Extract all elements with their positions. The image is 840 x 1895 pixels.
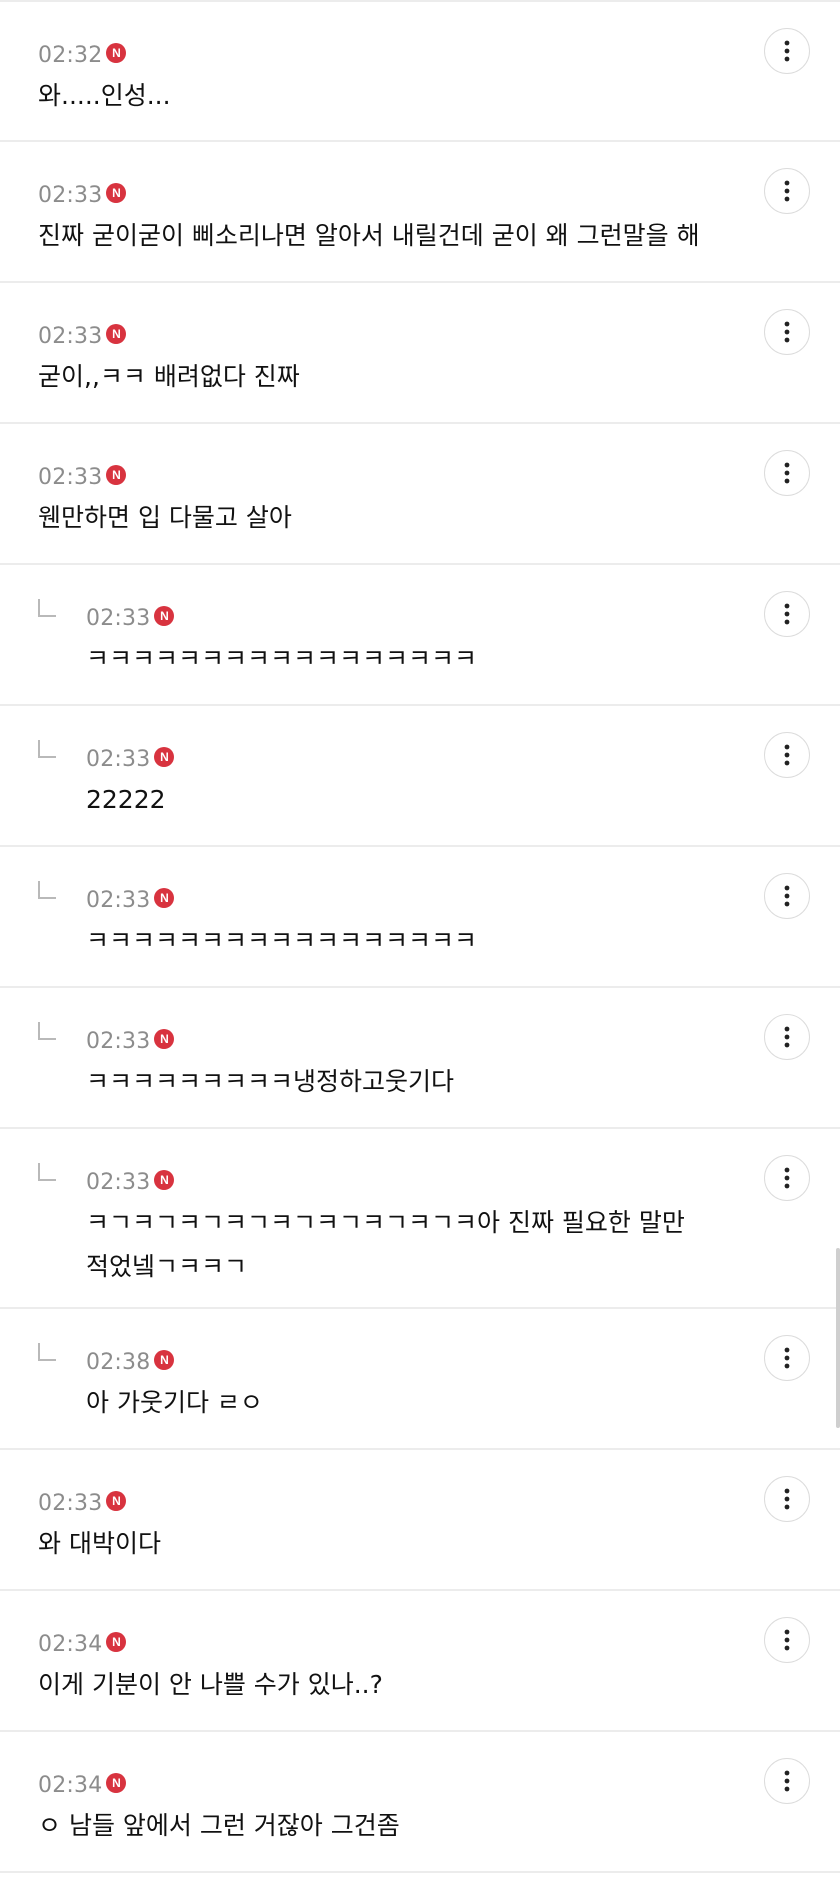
comment-meta: 02:33 N [38,180,840,210]
comment-meta: 02:38 N [86,1347,840,1377]
comment-time: 02:33 [86,1028,151,1054]
comment-text: 진짜 굳이굳이 삐소리나면 알아서 내릴건데 굳이 왜 그런말을 해 [38,221,700,250]
new-badge-icon: N [106,1773,127,1793]
more-options-button[interactable] [764,450,810,496]
more-vertical-icon [784,1347,790,1369]
new-badge-icon: N [106,183,127,203]
more-options-button[interactable] [764,1014,810,1060]
comment-text: 와 대박이다 [38,1529,161,1558]
reply-comment: 02:33 N ㅋㅋㅋㅋㅋㅋㅋㅋㅋㅋㅋㅋㅋㅋㅋㅋㅋ [0,565,840,706]
comment: 02:33 N 와 대박이다 [0,1450,840,1591]
comment-text: 웬만하면 입 다물고 살아 [38,503,292,532]
comment-meta: 02:33 N [86,885,840,915]
more-vertical-icon [784,1488,790,1510]
more-vertical-icon [784,462,790,484]
reply-comment: 02:33 N ㅋㅋㅋㅋㅋㅋㅋㅋㅋㅋㅋㅋㅋㅋㅋㅋㅋ [0,847,840,988]
more-vertical-icon [784,321,790,343]
reply-comment: 02:38 N 아 가웃기다 ㄹㅇ [0,1309,840,1450]
comment-list: 02:32 N 와.....인성... 02:33 N 진짜 굳이굳이 삐소리나면 알아서… [0,2,840,1873]
more-options-button[interactable] [764,873,810,919]
comment-text: ㅋㅋㅋㅋㅋㅋㅋㅋㅋㅋㅋㅋㅋㅋㅋㅋㅋ [86,926,478,955]
comment-text: ㅋㄱㅋㄱㅋㄱㅋㄱㅋㄱㅋㄱㅋㄱㅋㄱㅋ아 진짜 필요한 말만 적었넼ㄱㅋㅋㄱ [86,1208,685,1281]
comment-time: 02:33 [86,605,151,631]
more-options-button[interactable] [764,1617,810,1663]
comment-time: 02:32 [38,42,103,68]
more-options-button[interactable] [764,1476,810,1522]
more-options-button[interactable] [764,732,810,778]
reply-arrow-icon [38,1022,56,1040]
comment-text: 와.....인성... [38,81,171,110]
comment-text: 굳이,,ㅋㅋ 배려없다 진짜 [38,362,300,391]
comment-time: 02:33 [86,746,151,772]
new-badge-icon: N [106,1632,127,1652]
more-vertical-icon [784,1770,790,1792]
comment-time: 02:33 [38,323,103,349]
more-vertical-icon [784,180,790,202]
comment-text: ㅇ 남들 앞에서 그런 거잖아 그건좀 [38,1811,400,1840]
comment-meta: 02:33 N [86,1026,840,1056]
new-badge-icon: N [154,747,175,767]
comment-time: 02:34 [38,1631,103,1657]
more-vertical-icon [784,40,790,62]
comment: 02:33 N 굳이,,ㅋㅋ 배려없다 진짜 [0,283,840,424]
comment-text: 이게 기분이 안 나쁠 수가 있나..? [38,1670,383,1699]
comment-meta: 02:34 N [38,1629,840,1659]
new-badge-icon: N [106,324,127,344]
comment-meta: 02:33 N [86,603,840,633]
new-badge-icon: N [106,43,127,63]
comment-text: 22222 [86,785,166,814]
reply-comment: 02:33 N ㅋㄱㅋㄱㅋㄱㅋㄱㅋㄱㅋㄱㅋㄱㅋㄱㅋ아 진짜 필요한 말만 적었넼ㄱㅋ… [0,1129,840,1309]
reply-comment: 02:33 N 22222 [0,706,840,847]
reply-arrow-icon [38,599,56,617]
comment: 02:32 N 와.....인성... [0,2,840,142]
more-options-button[interactable] [764,168,810,214]
comment: 02:34 N ㅇ 남들 앞에서 그런 거잖아 그건좀 [0,1732,840,1873]
comment-time: 02:33 [38,182,103,208]
more-options-button[interactable] [764,1335,810,1381]
reply-arrow-icon [38,740,56,758]
new-badge-icon: N [106,465,127,485]
more-vertical-icon [784,1167,790,1189]
comment-meta: 02:33 N [38,1488,840,1518]
more-vertical-icon [784,1629,790,1651]
comment-text: ㅋㅋㅋㅋㅋㅋㅋㅋㅋ냉정하고웃기다 [86,1067,455,1096]
new-badge-icon: N [106,1491,127,1511]
reply-arrow-icon [38,1163,56,1181]
more-vertical-icon [784,603,790,625]
comment-meta: 02:34 N [38,1770,840,1800]
more-vertical-icon [784,1026,790,1048]
reply-arrow-icon [38,1343,56,1361]
comment-time: 02:33 [38,464,103,490]
comment-time: 02:33 [86,887,151,913]
reply-comment: 02:33 N ㅋㅋㅋㅋㅋㅋㅋㅋㅋ냉정하고웃기다 [0,988,840,1129]
more-vertical-icon [784,885,790,907]
comment-meta: 02:33 N [38,462,840,492]
comment-meta: 02:33 N [86,1167,840,1197]
more-options-button[interactable] [764,1155,810,1201]
more-vertical-icon [784,744,790,766]
comment-time: 02:38 [86,1349,151,1375]
new-badge-icon: N [154,1170,175,1190]
comment-time: 02:33 [86,1169,151,1195]
reply-arrow-icon [38,881,56,899]
comment-meta: 02:32 N [38,40,840,70]
comment: 02:33 N 진짜 굳이굳이 삐소리나면 알아서 내릴건데 굳이 왜 그런말을 해 [0,142,840,283]
new-badge-icon: N [154,1350,175,1370]
comment-time: 02:34 [38,1772,103,1798]
comment-time: 02:33 [38,1490,103,1516]
scrollbar-thumb[interactable] [836,1248,840,1428]
comment-meta: 02:33 N [38,321,840,351]
new-badge-icon: N [154,606,175,626]
more-options-button[interactable] [764,591,810,637]
comment: 02:34 N 이게 기분이 안 나쁠 수가 있나..? [0,1591,840,1732]
comment-text: ㅋㅋㅋㅋㅋㅋㅋㅋㅋㅋㅋㅋㅋㅋㅋㅋㅋ [86,644,478,673]
comment: 02:33 N 웬만하면 입 다물고 살아 [0,424,840,565]
new-badge-icon: N [154,1029,175,1049]
comment-text: 아 가웃기다 ㄹㅇ [86,1388,263,1417]
more-options-button[interactable] [764,309,810,355]
more-options-button[interactable] [764,28,810,74]
comment-meta: 02:33 N [86,744,840,774]
more-options-button[interactable] [764,1758,810,1804]
new-badge-icon: N [154,888,175,908]
